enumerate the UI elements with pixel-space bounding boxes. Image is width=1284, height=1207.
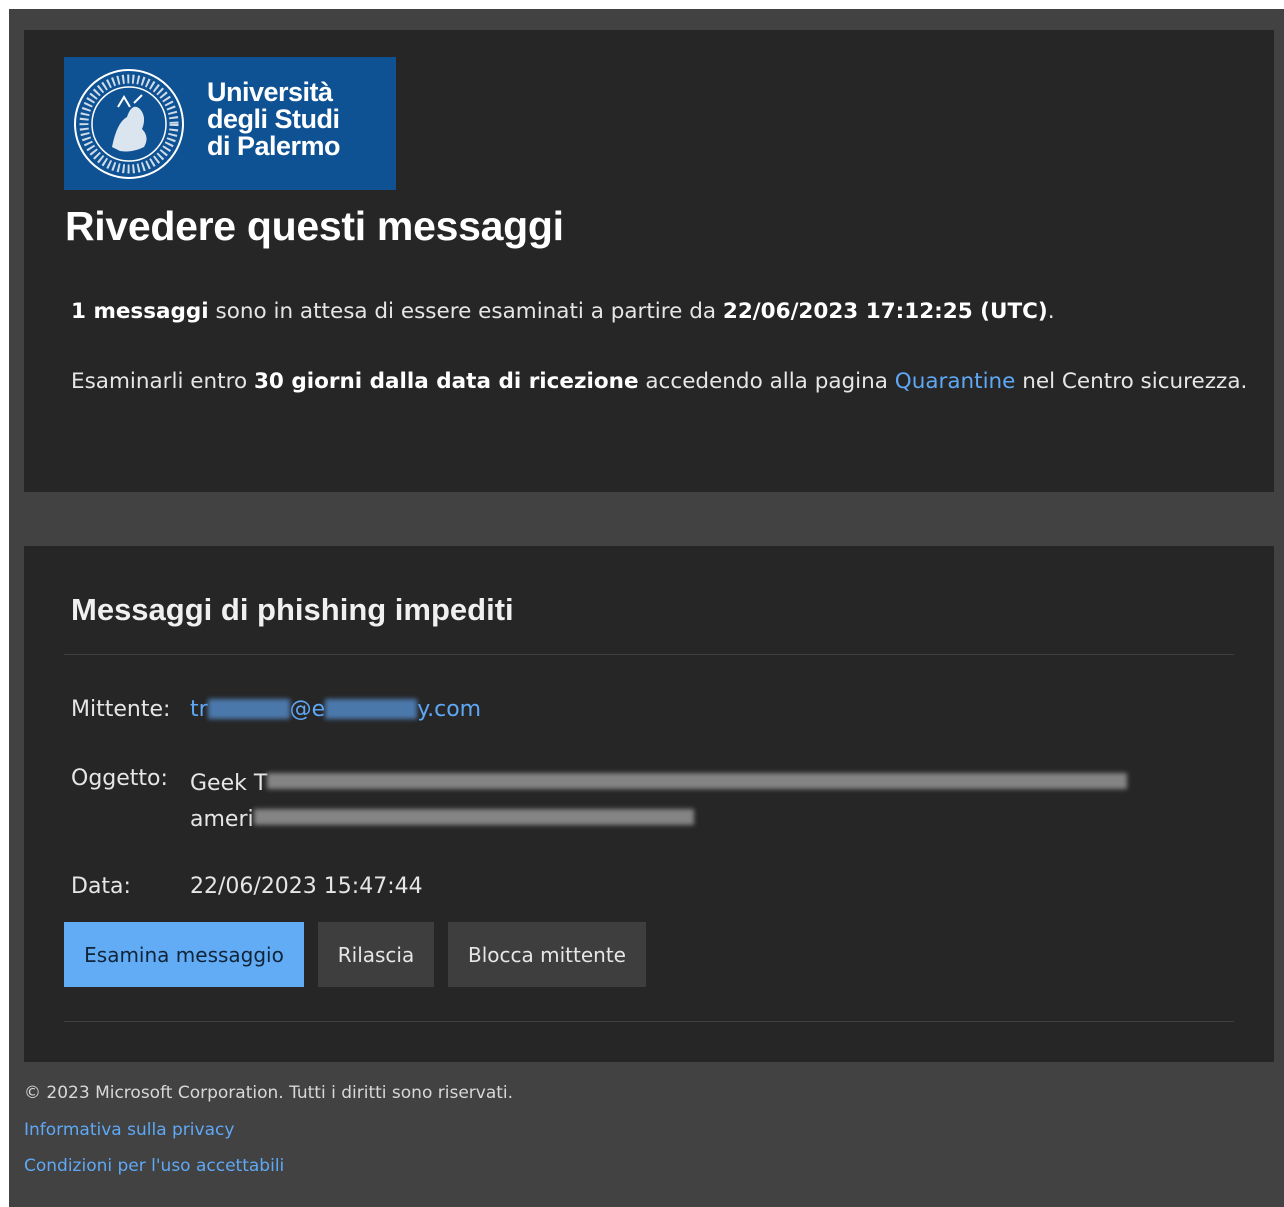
date-label: Data: bbox=[71, 874, 131, 899]
pending-text: sono in attesa di essere esaminati a par… bbox=[208, 299, 723, 324]
pending-summary: 1 messaggi sono in attesa di essere esam… bbox=[71, 294, 1055, 330]
pending-end: . bbox=[1047, 299, 1055, 324]
subject-value: Geek T ameri bbox=[190, 766, 1190, 838]
review-message-button[interactable]: Esamina messaggio bbox=[64, 922, 304, 987]
subject-redacted-1 bbox=[267, 773, 1128, 789]
sender-value[interactable]: tr @e y.com bbox=[190, 697, 481, 722]
copyright-text: © 2023 Microsoft Corporation. Tutti i di… bbox=[24, 1083, 514, 1103]
university-logo: Università degli Studi di Palermo bbox=[64, 57, 396, 190]
privacy-link[interactable]: Informativa sulla privacy bbox=[24, 1120, 234, 1140]
sender-redacted-2 bbox=[325, 699, 418, 719]
date-value: 22/06/2023 15:47:44 bbox=[190, 874, 423, 899]
instructions-pre: Esaminarli entro bbox=[71, 369, 254, 394]
sender-prefix: tr bbox=[190, 697, 208, 722]
instructions-deadline: 30 giorni dalla data di ricezione bbox=[253, 369, 639, 394]
release-button[interactable]: Rilascia bbox=[318, 922, 434, 987]
divider bbox=[64, 654, 1234, 655]
block-sender-button[interactable]: Blocca mittente bbox=[448, 922, 646, 987]
university-name-line-1: Università bbox=[207, 77, 333, 107]
review-instructions: Esaminarli entro 30 giorni dalla data di… bbox=[71, 364, 1251, 400]
pending-timestamp: 22/06/2023 17:12:25 (UTC) bbox=[722, 299, 1048, 324]
subject-prefix: Geek T bbox=[190, 771, 268, 796]
sender-redacted-1 bbox=[207, 699, 290, 719]
pending-count: 1 messaggi bbox=[71, 299, 209, 324]
sender-label: Mittente: bbox=[71, 697, 171, 722]
university-name: Università degli Studi di Palermo bbox=[207, 77, 341, 161]
sender-mid: @e bbox=[289, 697, 326, 722]
subject-line2-prefix: ameri bbox=[190, 807, 254, 832]
university-name-line-3: di Palermo bbox=[207, 131, 341, 161]
university-seal-icon bbox=[74, 69, 184, 179]
phishing-section-title: Messaggi di phishing impediti bbox=[71, 592, 514, 627]
subject-redacted-2 bbox=[253, 809, 694, 825]
sender-suffix: y.com bbox=[417, 697, 482, 722]
instructions-post: nel Centro sicurezza. bbox=[1015, 369, 1248, 394]
instructions-mid: accedendo alla pagina bbox=[638, 369, 895, 394]
university-name-line-2: degli Studi bbox=[207, 104, 340, 134]
review-heading: Rivedere questi messaggi bbox=[65, 203, 564, 249]
divider bbox=[64, 1021, 1234, 1022]
subject-label: Oggetto: bbox=[71, 766, 168, 791]
quarantine-link[interactable]: Quarantine bbox=[895, 369, 1016, 394]
terms-link[interactable]: Condizioni per l'uso accettabili bbox=[24, 1156, 284, 1176]
